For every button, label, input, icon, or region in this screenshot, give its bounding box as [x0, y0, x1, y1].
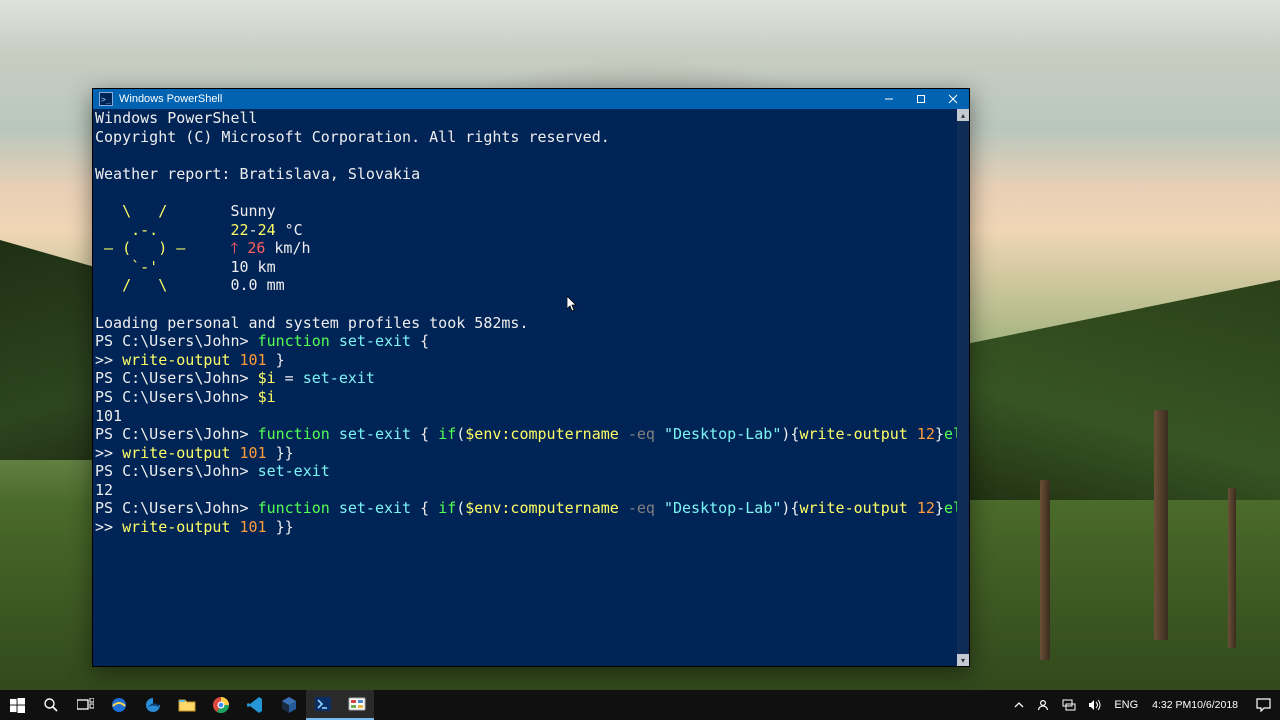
system-tray: ENG 4:32 PM 10/6/2018: [1008, 690, 1280, 720]
search-button[interactable]: [34, 690, 68, 720]
minimize-button[interactable]: [873, 89, 905, 109]
taskbar-app-chrome[interactable]: [204, 690, 238, 720]
wallpaper-hill: [920, 280, 1280, 500]
scroll-up-button[interactable]: ▴: [957, 109, 969, 121]
powershell-icon: >_: [99, 92, 113, 106]
wallpaper-post: [1154, 410, 1168, 640]
taskbar-app-webpack[interactable]: [272, 690, 306, 720]
network-icon[interactable]: [1056, 690, 1082, 720]
window-title: Windows PowerShell: [119, 93, 222, 105]
taskbar-app-file-explorer[interactable]: [170, 690, 204, 720]
action-center-button[interactable]: [1246, 690, 1280, 720]
vertical-scrollbar[interactable]: ▴ ▾: [957, 109, 969, 666]
scroll-down-button[interactable]: ▾: [957, 654, 969, 666]
close-button[interactable]: [937, 89, 969, 109]
powershell-window[interactable]: >_ Windows PowerShell Windows PowerShell…: [92, 88, 970, 667]
language-indicator[interactable]: ENG: [1108, 690, 1144, 720]
desktop-wallpaper: >_ Windows PowerShell Windows PowerShell…: [0, 0, 1280, 720]
maximize-button[interactable]: [905, 89, 937, 109]
show-hidden-icons-button[interactable]: [1008, 690, 1030, 720]
people-icon[interactable]: [1030, 690, 1056, 720]
start-button[interactable]: [0, 690, 34, 720]
taskbar-app-powershell[interactable]: [306, 690, 340, 720]
wallpaper-post: [1040, 480, 1050, 660]
taskbar-app-ie[interactable]: [102, 690, 136, 720]
volume-icon[interactable]: [1082, 690, 1108, 720]
clock-time: 4:32 PM: [1152, 699, 1191, 711]
task-view-button[interactable]: [68, 690, 102, 720]
taskbar-app-edge[interactable]: [136, 690, 170, 720]
clock-date: 10/6/2018: [1191, 699, 1238, 711]
titlebar[interactable]: >_ Windows PowerShell: [93, 89, 969, 109]
taskbar[interactable]: ENG 4:32 PM 10/6/2018: [0, 690, 1280, 720]
terminal-output[interactable]: Windows PowerShell Copyright (C) Microso…: [93, 109, 957, 666]
taskbar-clock[interactable]: 4:32 PM 10/6/2018: [1144, 690, 1246, 720]
wallpaper-post: [1228, 488, 1236, 648]
taskbar-app-recorder[interactable]: [340, 690, 374, 720]
taskbar-app-vscode[interactable]: [238, 690, 272, 720]
